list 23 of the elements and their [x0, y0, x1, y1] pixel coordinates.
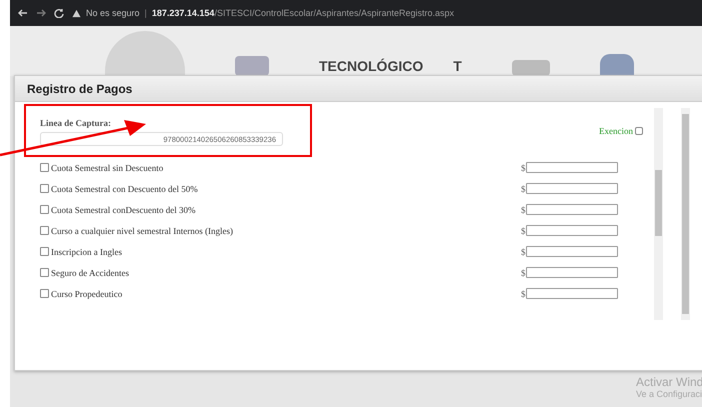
currency-sign: $: [521, 226, 526, 236]
header-letter: T: [453, 58, 462, 74]
modal-title: Registro de Pagos: [15, 76, 702, 102]
security-label[interactable]: No es seguro: [86, 8, 140, 18]
item-label: Cuota Semestral con Descuento del 50%: [51, 184, 199, 194]
item-label: Curso a cualquier nivel semestral Internos (Ingles): [51, 226, 234, 236]
currency-sign: $: [521, 162, 526, 172]
capture-label: Linea de Captura:: [40, 118, 112, 128]
item-label: Cuota Semestral conDescuento del 30%: [51, 204, 196, 214]
currency-sign: $: [521, 184, 526, 194]
currency-sign: $: [521, 268, 526, 278]
item-label: Inscripcion a Ingles: [51, 246, 123, 256]
currency-sign: $: [521, 204, 526, 214]
url-text[interactable]: 187.237.14.154/SITESCI/ControlEscolar/Aspirantes/AspiranteRegistro.aspx: [152, 8, 454, 18]
currency-sign: $: [521, 246, 526, 256]
exemption-label: Exencion: [599, 126, 633, 136]
currency-sign: $: [521, 288, 526, 298]
activation-subtitle: Ve a Configuraci: [636, 389, 702, 399]
item-label: Cuota Semestral sin Descuento: [51, 162, 164, 172]
item-label: Curso Propedeutico: [51, 288, 124, 298]
separator-text: |: [144, 8, 147, 18]
item-label: Seguro de Accidentes: [51, 268, 130, 278]
header-title: TECNOLÓGICO: [319, 58, 424, 74]
